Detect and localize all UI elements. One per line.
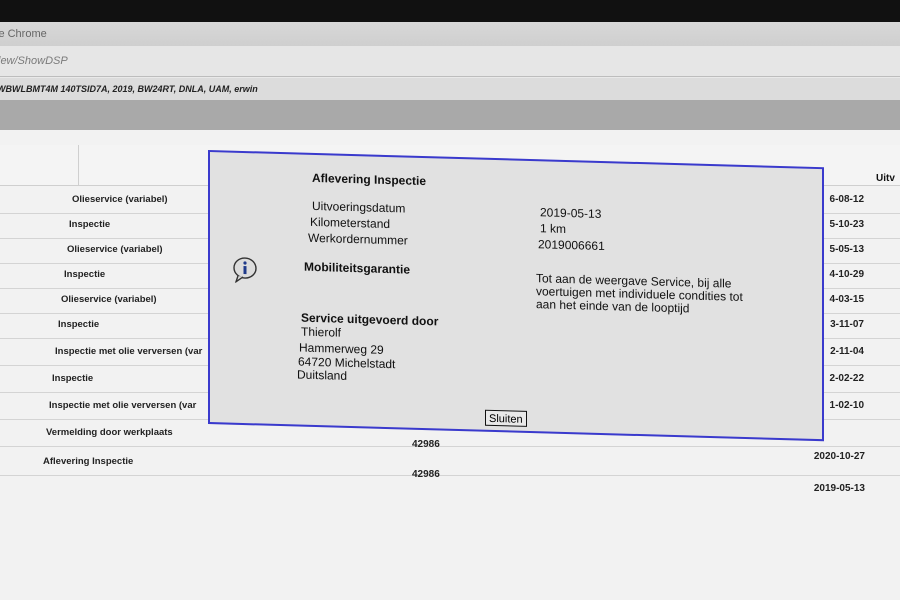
row-name: Olieservice (variabel)	[61, 294, 157, 305]
header-date-label: Uitv	[876, 173, 895, 184]
row-number: 42986	[412, 439, 440, 450]
row-date: 4-10-29	[829, 269, 864, 280]
field-label: Kilometerstand	[310, 214, 391, 232]
mobility-heading: Mobiliteitsgarantie	[304, 259, 411, 277]
row-name: Inspectie met olie verversen (var	[55, 346, 203, 357]
row-date: 5-05-13	[829, 244, 864, 255]
info-icon	[232, 257, 258, 284]
row-name: Olieservice (variabel)	[67, 244, 163, 255]
row-name: Olieservice (variabel)	[72, 194, 168, 205]
row-date: 2-02-22	[829, 373, 864, 384]
field-label: Uitvoeringsdatum	[312, 198, 406, 216]
row-name: Inspectie	[58, 319, 100, 330]
row-name: Aflevering Inspectie	[43, 456, 134, 467]
row-date: 1-02-10	[829, 400, 864, 411]
vehicle-info-bar: WBWLBMT4M 140TSID7A, 2019, BW24RT, DNLA,…	[0, 78, 900, 100]
close-button[interactable]: Sluiten	[485, 409, 527, 427]
address-bar[interactable]: lew/ShowDSP	[0, 46, 900, 77]
inspection-dialog: Aflevering Inspectie Uitvoeringsdatum 20…	[208, 150, 824, 442]
browser-title-bar: le Chrome	[0, 22, 900, 46]
url-text: lew/ShowDSP	[0, 55, 68, 67]
vehicle-info-text: WBWLBMT4M 140TSID7A, 2019, BW24RT, DNLA,…	[0, 84, 258, 94]
row-date: 4-03-15	[829, 294, 864, 305]
toolbar-strip	[0, 100, 900, 130]
row-name: Vermelding door werkplaats	[46, 427, 173, 438]
screen-bezel	[0, 0, 900, 22]
mobility-line: aan het einde van de looptijd	[536, 297, 690, 316]
browser-title: le Chrome	[0, 28, 47, 40]
header-first-column	[0, 145, 79, 185]
row-date: 6-08-12	[829, 194, 864, 205]
row-date: 3-11-07	[830, 319, 864, 330]
row-date: 2019-05-13	[813, 483, 865, 494]
field-value: 2019006661	[538, 237, 605, 254]
dialog-title: Aflevering Inspectie	[312, 170, 427, 189]
address-line: Duitsland	[297, 367, 348, 383]
field-value: 2019-05-13	[540, 205, 602, 221]
row-name: Inspectie met olie verversen (var	[49, 400, 197, 411]
row-date: 5-10-23	[829, 219, 864, 230]
row-date: 2-11-04	[830, 346, 864, 357]
table-row[interactable]: Aflevering Inspectie 42986 2019-05-13	[0, 450, 900, 494]
field-label: Werkordernummer	[308, 230, 408, 248]
row-number: 42986	[412, 469, 440, 480]
row-name: Inspectie	[52, 373, 94, 384]
row-name: Inspectie	[64, 269, 106, 280]
row-name: Inspectie	[69, 219, 111, 230]
address-line: Thierolf	[301, 324, 342, 340]
field-value: 1 km	[540, 221, 567, 237]
